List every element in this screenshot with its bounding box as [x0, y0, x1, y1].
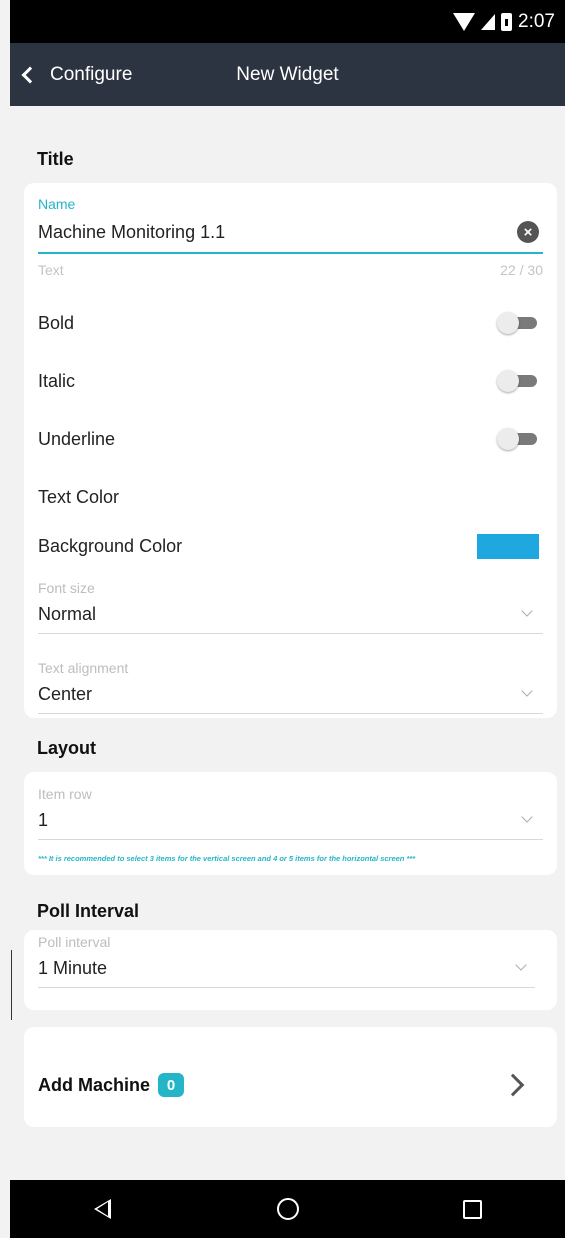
font-size-label: Font size [38, 580, 95, 596]
underline-row: Underline [24, 410, 557, 468]
battery-icon [501, 12, 513, 31]
bold-toggle[interactable] [497, 312, 537, 334]
item-row-value-row: 1 [38, 802, 543, 840]
name-helper-text: Text [38, 262, 64, 278]
text-alignment-label: Text alignment [38, 660, 129, 676]
back-triangle-icon [94, 1199, 111, 1219]
underline-label: Underline [38, 428, 116, 449]
poll-interval-select[interactable]: Poll interval 1 Minute [24, 934, 557, 988]
home-circle-icon [276, 1198, 299, 1220]
status-bar: 2:07 [10, 0, 565, 43]
italic-row: Italic [24, 352, 557, 410]
machine-count-badge: 0 [158, 1073, 185, 1097]
name-field-label: Name [38, 196, 76, 212]
add-machine-row[interactable]: Add Machine 0 [24, 1027, 557, 1127]
chevron-right-icon [501, 1073, 525, 1097]
text-color-label: Text Color [38, 486, 120, 507]
text-alignment-value-row: Center [38, 676, 543, 714]
font-size-value: Normal [38, 604, 97, 624]
nav-recents-button[interactable] [443, 1180, 503, 1238]
nav-home-button[interactable] [258, 1180, 318, 1238]
poll-interval-label: Poll interval [38, 934, 111, 950]
section-heading-poll-interval: Poll Interval [37, 901, 140, 921]
background-color-label: Background Color [38, 535, 183, 556]
section-heading-layout: Layout [37, 738, 97, 758]
add-machine-left: Add Machine 0 [38, 1057, 185, 1097]
name-helper-row: Text 22 / 30 [24, 262, 557, 278]
chevron-left-icon [21, 66, 39, 83]
background-color-swatch[interactable] [477, 533, 539, 559]
italic-toggle[interactable] [497, 370, 537, 392]
app-bar: Configure New Widget [10, 43, 565, 106]
text-alignment-select[interactable]: Text alignment Center [24, 660, 557, 714]
background-color-row: Background Color [24, 526, 557, 566]
underline-toggle[interactable] [497, 428, 537, 450]
poll-interval-card: Poll interval 1 Minute [24, 930, 557, 1010]
bold-row: Bold [24, 294, 557, 352]
cellular-signal-icon [481, 13, 496, 30]
item-row-select[interactable]: Item row 1 [24, 786, 557, 840]
clear-icon[interactable]: × [517, 221, 539, 243]
main-content: Title Name Machine Monitoring 1.1 × Text… [10, 106, 565, 1127]
name-input-value: Machine Monitoring 1.1 [38, 221, 226, 242]
wifi-icon [453, 12, 476, 31]
text-alignment-value: Center [38, 684, 93, 704]
italic-label: Italic [38, 370, 76, 391]
poll-interval-value: 1 Minute [38, 958, 108, 978]
title-card: Name Machine Monitoring 1.1 × Text 22 / … [24, 183, 557, 718]
text-color-row[interactable]: Text Color [24, 468, 557, 526]
status-time: 2:07 [518, 10, 555, 32]
back-button[interactable]: Configure [10, 43, 132, 106]
font-size-value-row: Normal [38, 596, 543, 634]
divider [11, 950, 12, 1020]
section-heading-title: Title [37, 149, 74, 169]
add-machine-label: Add Machine [38, 1074, 151, 1095]
system-nav-bar [10, 1180, 565, 1238]
recents-square-icon [463, 1199, 482, 1219]
name-input[interactable]: Machine Monitoring 1.1 × [38, 212, 543, 254]
name-field: Name Machine Monitoring 1.1 × [24, 196, 557, 254]
font-size-select[interactable]: Font size Normal [24, 580, 557, 634]
bold-label: Bold [38, 312, 75, 333]
back-label: Configure [50, 63, 133, 85]
item-row-label: Item row [38, 786, 92, 802]
nav-back-button[interactable] [73, 1180, 133, 1238]
item-row-value: 1 [38, 810, 49, 830]
layout-recommendation-note: *** It is recommended to select 3 items … [38, 854, 416, 863]
name-char-counter: 22 / 30 [500, 262, 543, 278]
poll-interval-value-row: 1 Minute [38, 950, 535, 988]
layout-card: Item row 1 *** It is recommended to sele… [24, 772, 557, 875]
